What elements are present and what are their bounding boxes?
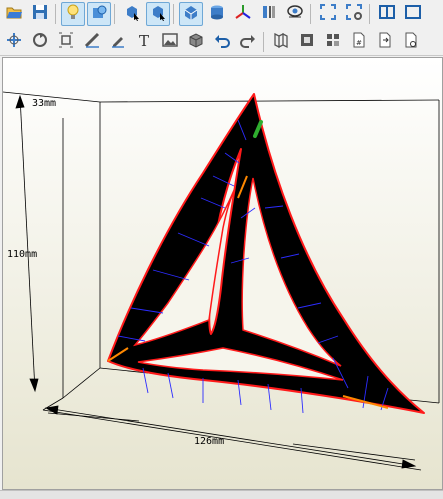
app-window: T # 33mm 110mm 126mm [0, 0, 443, 499]
bulb-button[interactable] [61, 2, 85, 26]
orbit-icon [31, 31, 49, 53]
box-button[interactable] [184, 30, 208, 54]
view-3d-icon [182, 3, 200, 25]
panel-icon [260, 3, 278, 25]
cylinder-icon [208, 3, 226, 25]
toolbar-separator [114, 4, 115, 24]
select-back-button[interactable] [146, 2, 170, 26]
export-page-icon [376, 31, 394, 53]
toolbar-separator [173, 4, 174, 24]
text-tool-button[interactable]: T [132, 30, 156, 54]
unfold-icon [272, 31, 290, 53]
3d-viewport[interactable]: 33mm 110mm 126mm [2, 57, 443, 490]
page-settings-button[interactable] [399, 30, 423, 54]
main-toolbar [0, 0, 443, 28]
model-canvas[interactable]: 33mm 110mm 126mm [3, 58, 443, 490]
svg-text:#: # [356, 39, 362, 47]
frame-icon [298, 31, 316, 53]
text-tool-icon: T [135, 31, 153, 53]
split-view-icon [378, 3, 396, 25]
toolbar-separator [55, 4, 56, 24]
page-number-button[interactable]: # [347, 30, 371, 54]
single-view-icon [404, 3, 422, 25]
pattern-button[interactable] [321, 30, 345, 54]
undo-icon [213, 31, 231, 53]
ruler-button[interactable] [80, 30, 104, 54]
svg-text:T: T [139, 32, 149, 49]
undo-button[interactable] [210, 30, 234, 54]
select-back-icon [149, 3, 167, 25]
rotate-icon [5, 31, 23, 53]
orbit-button[interactable] [28, 30, 52, 54]
pattern-icon [324, 31, 342, 53]
bulb-icon [64, 3, 82, 25]
cylinder-button[interactable] [205, 2, 229, 26]
depth-dimension-label: 33mm [32, 98, 56, 109]
save-button[interactable] [28, 2, 52, 26]
pen-icon [109, 31, 127, 53]
toolbar-separator [310, 4, 311, 24]
image-icon [161, 31, 179, 53]
width-dimension-label: 126mm [194, 436, 224, 447]
box-icon [187, 31, 205, 53]
axis-icon [234, 3, 252, 25]
export-page-button[interactable] [373, 30, 397, 54]
select-front-button[interactable] [120, 2, 144, 26]
fit-settings-button[interactable] [342, 2, 366, 26]
image-button[interactable] [158, 30, 182, 54]
unfold-button[interactable] [269, 30, 293, 54]
pen-button[interactable] [106, 30, 130, 54]
frame-button[interactable] [295, 30, 319, 54]
ruler-icon [83, 31, 101, 53]
height-dimension-label: 110mm [7, 249, 37, 260]
texture-button[interactable] [87, 2, 111, 26]
status-bar [0, 490, 443, 499]
fit-settings-icon [345, 3, 363, 25]
select-front-icon [123, 3, 141, 25]
single-view-button[interactable] [401, 2, 425, 26]
redo-icon [239, 31, 257, 53]
rotate-button[interactable] [2, 30, 26, 54]
tools-toolbar: T # [0, 28, 443, 56]
scale-icon [57, 31, 75, 53]
toolbar-separator [263, 31, 264, 52]
split-view-button[interactable] [375, 2, 399, 26]
texture-icon [90, 3, 108, 25]
page-settings-icon [402, 31, 420, 53]
toolbar-separator [369, 4, 370, 24]
save-icon [31, 3, 49, 25]
redo-button[interactable] [236, 30, 260, 54]
open-button[interactable] [2, 2, 26, 26]
axis-button[interactable] [231, 2, 255, 26]
fit-icon [319, 3, 337, 25]
fit-button[interactable] [316, 2, 340, 26]
eye-icon [286, 3, 304, 25]
panel-button[interactable] [257, 2, 281, 26]
scale-button[interactable] [54, 30, 78, 54]
open-icon [5, 3, 23, 25]
view-3d-button[interactable] [179, 2, 203, 26]
page-number-icon: # [350, 31, 368, 53]
eye-button[interactable] [283, 2, 307, 26]
